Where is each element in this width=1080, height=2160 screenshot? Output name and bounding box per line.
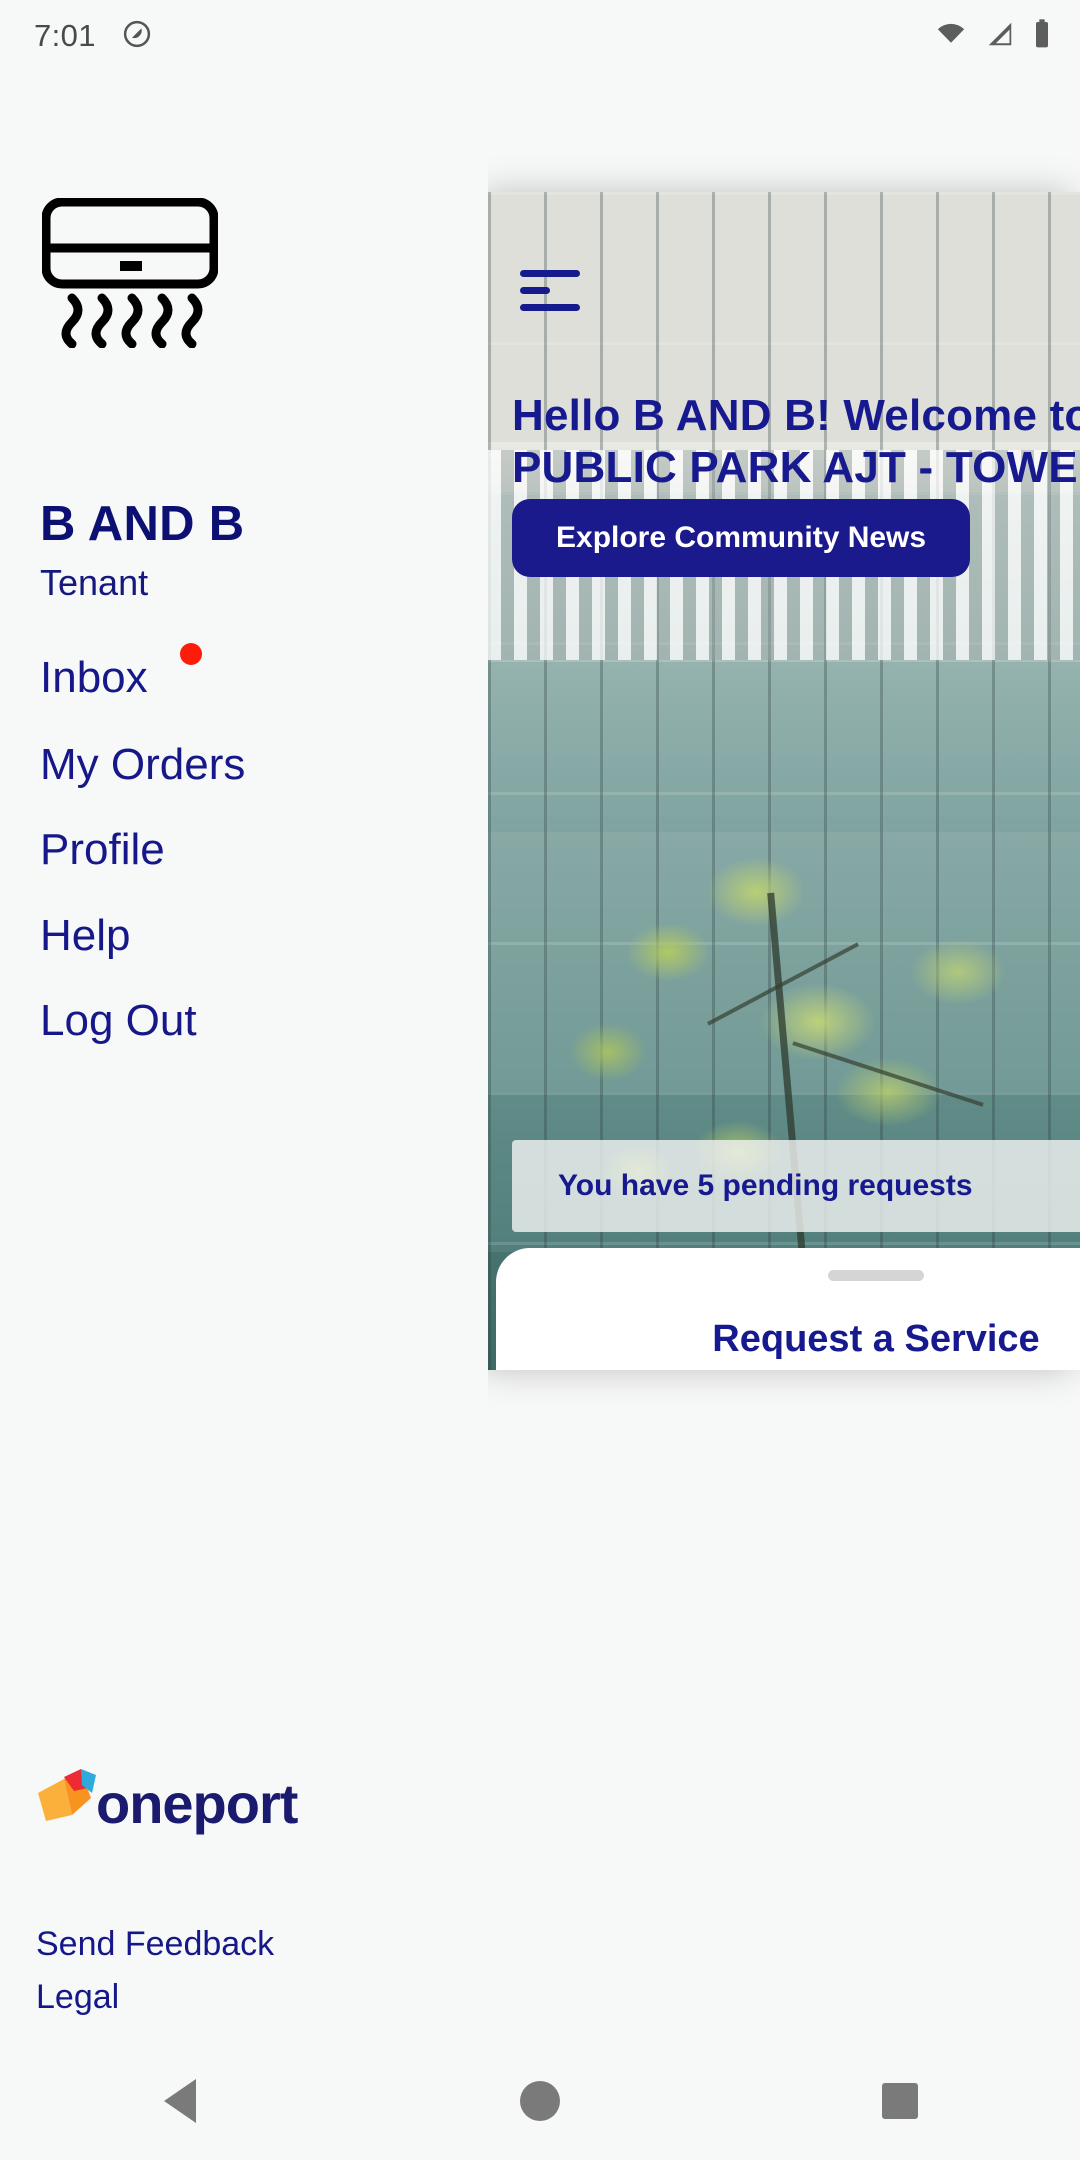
pending-requests-text: You have 5 pending requests bbox=[558, 1169, 973, 1202]
drawer-item-log-out[interactable]: Log Out bbox=[40, 996, 197, 1046]
nav-recents-button[interactable] bbox=[840, 2042, 960, 2160]
drawer-user-role: Tenant bbox=[40, 562, 149, 603]
recents-icon bbox=[882, 2083, 918, 2119]
welcome-heading: Hello B AND B! Welcome to QATAR PUBLIC P… bbox=[512, 391, 1080, 492]
bottom-sheet-drag-handle[interactable] bbox=[828, 1270, 924, 1281]
drawer-item-profile[interactable]: Profile bbox=[40, 825, 165, 875]
bottom-sheet-title: Request a Service bbox=[712, 1318, 1040, 1360]
footer-link-send-feedback[interactable]: Send Feedback bbox=[36, 1925, 274, 1964]
battery-icon bbox=[1032, 18, 1052, 55]
wifi-icon bbox=[934, 19, 968, 54]
inbox-unread-badge-dot bbox=[180, 643, 202, 665]
hamburger-line bbox=[520, 304, 580, 311]
cellular-signal-icon bbox=[984, 19, 1016, 54]
air-conditioner-icon bbox=[41, 197, 219, 349]
drawer-item-inbox[interactable]: Inbox bbox=[40, 653, 148, 703]
hamburger-line bbox=[520, 287, 550, 294]
sync-icon bbox=[122, 19, 152, 54]
footer-link-legal[interactable]: Legal bbox=[36, 1978, 119, 2017]
oneport-brand-logo: oneport bbox=[34, 1765, 304, 1839]
explore-community-news-button[interactable]: Explore Community News bbox=[512, 499, 971, 577]
drawer-item-my-orders[interactable]: My Orders bbox=[40, 740, 245, 790]
svg-text:oneport: oneport bbox=[96, 1772, 298, 1835]
home-icon bbox=[520, 2081, 560, 2121]
status-bar: 7:01 bbox=[0, 0, 1080, 72]
drawer-user-name: B AND B bbox=[40, 497, 245, 551]
hamburger-menu-icon[interactable] bbox=[520, 270, 586, 316]
status-bar-right bbox=[934, 18, 1052, 55]
pending-requests-banner[interactable]: You have 5 pending requests bbox=[512, 1140, 1080, 1232]
status-bar-clock: 7:01 bbox=[34, 18, 96, 53]
android-navigation-bar bbox=[0, 2042, 1080, 2160]
request-service-bottom-sheet[interactable]: Request a Service bbox=[496, 1248, 1080, 1370]
hamburger-line bbox=[520, 270, 580, 277]
navigation-drawer: B AND B Tenant Inbox My Orders Profile H… bbox=[0, 72, 488, 2016]
status-bar-left: 7:01 bbox=[34, 18, 152, 54]
drawer-item-help[interactable]: Help bbox=[40, 911, 131, 961]
back-icon bbox=[164, 2079, 196, 2123]
nav-back-button[interactable] bbox=[120, 2042, 240, 2160]
app-screen-preview[interactable]: Hello B AND B! Welcome to QATAR PUBLIC P… bbox=[488, 192, 1080, 1370]
nav-home-button[interactable] bbox=[480, 2042, 600, 2160]
